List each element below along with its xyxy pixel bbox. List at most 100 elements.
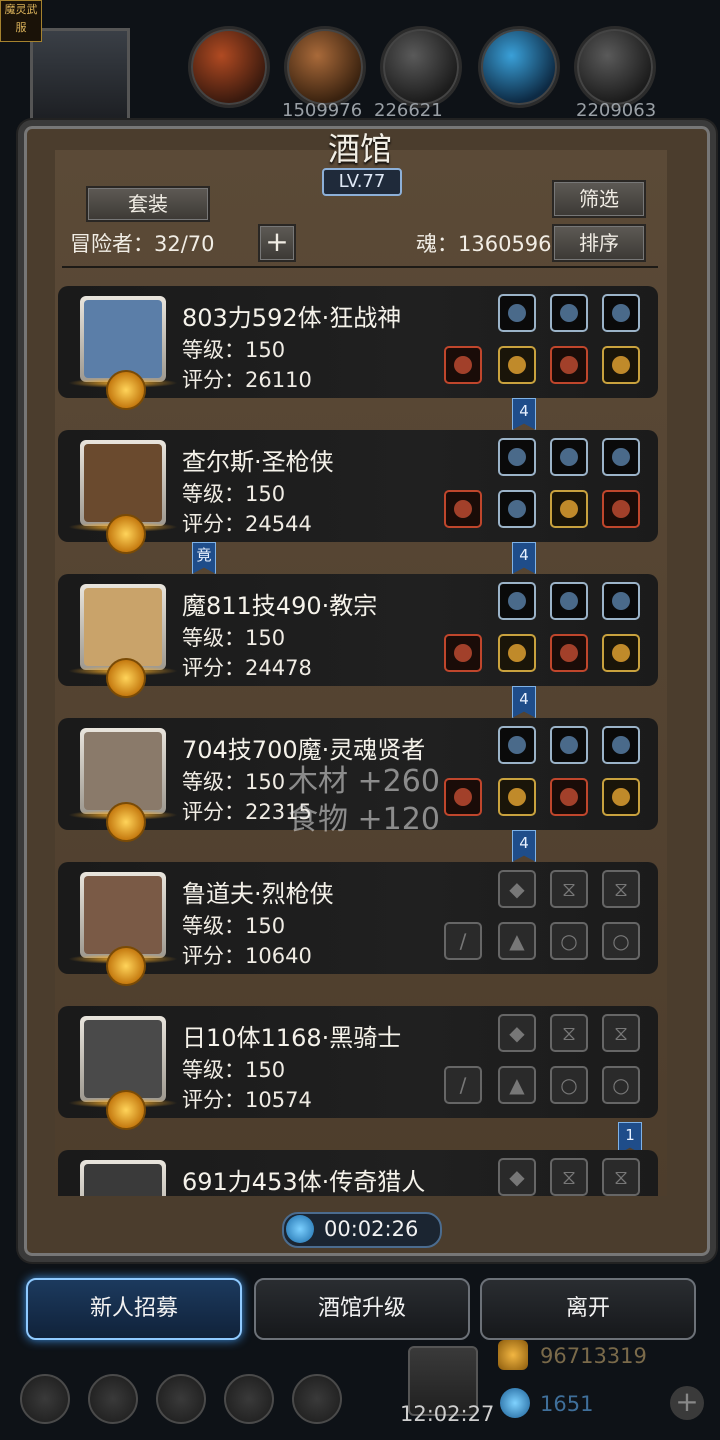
hero-level: 等级：150 — [182, 914, 286, 938]
empty-equip-slot[interactable]: ○ — [550, 922, 588, 960]
empty-equip-slot[interactable]: ⧖ — [550, 1014, 588, 1052]
equip-slot[interactable] — [498, 634, 536, 672]
empty-equip-slot[interactable]: ◆ — [498, 1014, 536, 1052]
empty-equip-slot[interactable]: ○ — [602, 922, 640, 960]
equip-slot[interactable] — [602, 490, 640, 528]
equip-slot[interactable] — [498, 346, 536, 384]
empty-equip-slot[interactable]: ∕ — [444, 922, 482, 960]
equipment-icon — [454, 356, 472, 374]
equip-slot[interactable] — [550, 490, 588, 528]
resource-crystal-icon[interactable] — [478, 26, 560, 108]
equipment-icon — [508, 736, 526, 754]
empty-equip-slot[interactable]: ▲ — [498, 922, 536, 960]
hero-level: 等级：150 — [182, 770, 286, 794]
hero-level: 等级：150 — [182, 1058, 286, 1082]
guild-icon[interactable] — [292, 1374, 342, 1424]
hero-portrait[interactable] — [80, 872, 166, 958]
hero-portrait[interactable] — [80, 440, 166, 526]
add-slot-button[interactable]: + — [258, 224, 296, 262]
resource-stone-icon[interactable] — [380, 26, 462, 108]
hero-level: 等级：150 — [182, 482, 286, 506]
resource-icon-1[interactable] — [188, 26, 270, 108]
set-button[interactable]: 套装 — [86, 186, 210, 222]
equip-slot[interactable] — [602, 582, 640, 620]
equip-slot[interactable] — [550, 582, 588, 620]
hero-row[interactable]: 日10体1168·黑骑士 等级：150 评分：10574 ◆ ⧖ ⧖ ∕ ▲ ○ ○ — [58, 1006, 658, 1130]
equip-slot[interactable] — [498, 778, 536, 816]
empty-equip-slot[interactable]: ▲ — [498, 1066, 536, 1104]
empty-equip-slot[interactable]: ○ — [550, 1066, 588, 1104]
timer-text: 00:02:26 — [324, 1217, 419, 1241]
player-avatar[interactable] — [30, 28, 130, 128]
hero-portrait[interactable] — [80, 1160, 166, 1196]
equip-slot[interactable] — [498, 294, 536, 332]
equip-slot[interactable] — [444, 490, 482, 528]
panel-title: 酒馆 — [327, 130, 392, 168]
gem-icon — [500, 1388, 530, 1418]
equip-slot[interactable] — [602, 778, 640, 816]
slot-placeholder-icon: ○ — [560, 1073, 578, 1097]
equip-slot[interactable] — [602, 634, 640, 672]
empty-equip-slot[interactable]: ⧖ — [602, 1158, 640, 1196]
emblem-menu-icon[interactable] — [156, 1374, 206, 1424]
hero-list[interactable]: 803力592体·狂战神 等级：150 评分：26110 4 查尔斯·圣枪侠 等级… — [56, 278, 676, 1196]
equip-slot[interactable] — [602, 294, 640, 332]
equip-slot[interactable] — [498, 726, 536, 764]
rank-flag-badge: 4 — [512, 542, 536, 574]
slot-placeholder-icon: ∕ — [459, 929, 467, 953]
equip-slot[interactable] — [498, 490, 536, 528]
equipment-icon — [560, 448, 578, 466]
hero-portrait[interactable] — [80, 584, 166, 670]
recruit-button[interactable]: 新人招募 — [26, 1278, 242, 1340]
equip-slot[interactable] — [444, 346, 482, 384]
mail-icon[interactable] — [224, 1374, 274, 1424]
equipment-icon — [560, 500, 578, 518]
filter-button[interactable]: 筛选 — [552, 180, 646, 218]
resource-wood-icon[interactable] — [284, 26, 366, 108]
leave-button[interactable]: 离开 — [480, 1278, 696, 1340]
equip-slot[interactable] — [498, 582, 536, 620]
equip-slot[interactable] — [498, 438, 536, 476]
equip-slot[interactable] — [444, 778, 482, 816]
sort-button[interactable]: 排序 — [552, 224, 646, 262]
empty-equip-slot[interactable]: ⧖ — [602, 870, 640, 908]
hero-row[interactable]: 803力592体·狂战神 等级：150 评分：26110 — [58, 286, 658, 410]
equip-slot[interactable] — [550, 346, 588, 384]
empty-equip-slot[interactable]: ⧖ — [602, 1014, 640, 1052]
equip-slot[interactable] — [444, 634, 482, 672]
hero-row[interactable]: 魔811技490·教宗 等级：150 评分：24478 — [58, 574, 658, 698]
equip-slot[interactable] — [550, 634, 588, 672]
equipment-icon — [612, 644, 630, 662]
hero-portrait[interactable] — [80, 728, 166, 814]
equip-slot[interactable] — [602, 726, 640, 764]
empty-equip-slot[interactable]: ○ — [602, 1066, 640, 1104]
hero-portrait[interactable] — [80, 1016, 166, 1102]
hero-row[interactable]: 691力453体·传奇猎人 ◆ ⧖ ⧖ — [58, 1150, 658, 1196]
empty-equip-slot[interactable]: ◆ — [498, 1158, 536, 1196]
settings-gear-icon[interactable] — [20, 1374, 70, 1424]
empty-equip-slot[interactable]: ∕ — [444, 1066, 482, 1104]
refresh-timer: 00:02:26 — [282, 1212, 442, 1248]
star-menu-icon[interactable] — [88, 1374, 138, 1424]
empty-equip-slot[interactable]: ⧖ — [550, 870, 588, 908]
resource-iron-icon[interactable] — [574, 26, 656, 108]
adventurer-count: 冒险者：32/70 — [70, 232, 215, 256]
slot-placeholder-icon: ⧖ — [613, 877, 629, 901]
slot-placeholder-icon: ⧖ — [613, 1021, 629, 1045]
add-gems-plus-icon[interactable]: + — [670, 1386, 704, 1420]
upgrade-tavern-button[interactable]: 酒馆升级 — [254, 1278, 470, 1340]
hero-portrait[interactable] — [80, 296, 166, 382]
equip-slot[interactable] — [550, 294, 588, 332]
equip-slot[interactable] — [550, 726, 588, 764]
equip-slot[interactable] — [550, 778, 588, 816]
equip-slot[interactable] — [602, 346, 640, 384]
hero-name: 查尔斯·圣枪侠 — [182, 448, 334, 476]
hero-row[interactable]: 查尔斯·圣枪侠 等级：150 评分：24544 — [58, 430, 658, 554]
equip-slot[interactable] — [550, 438, 588, 476]
hero-row[interactable]: 鲁道夫·烈枪侠 等级：150 评分：10640 ◆ ⧖ ⧖ ∕ ▲ ○ ○ — [58, 862, 658, 986]
rank-badge-icon — [106, 370, 146, 410]
equip-slot[interactable] — [602, 438, 640, 476]
empty-equip-slot[interactable]: ⧖ — [550, 1158, 588, 1196]
empty-equip-slot[interactable]: ◆ — [498, 870, 536, 908]
gold-amount: 96713319 — [540, 1344, 647, 1368]
